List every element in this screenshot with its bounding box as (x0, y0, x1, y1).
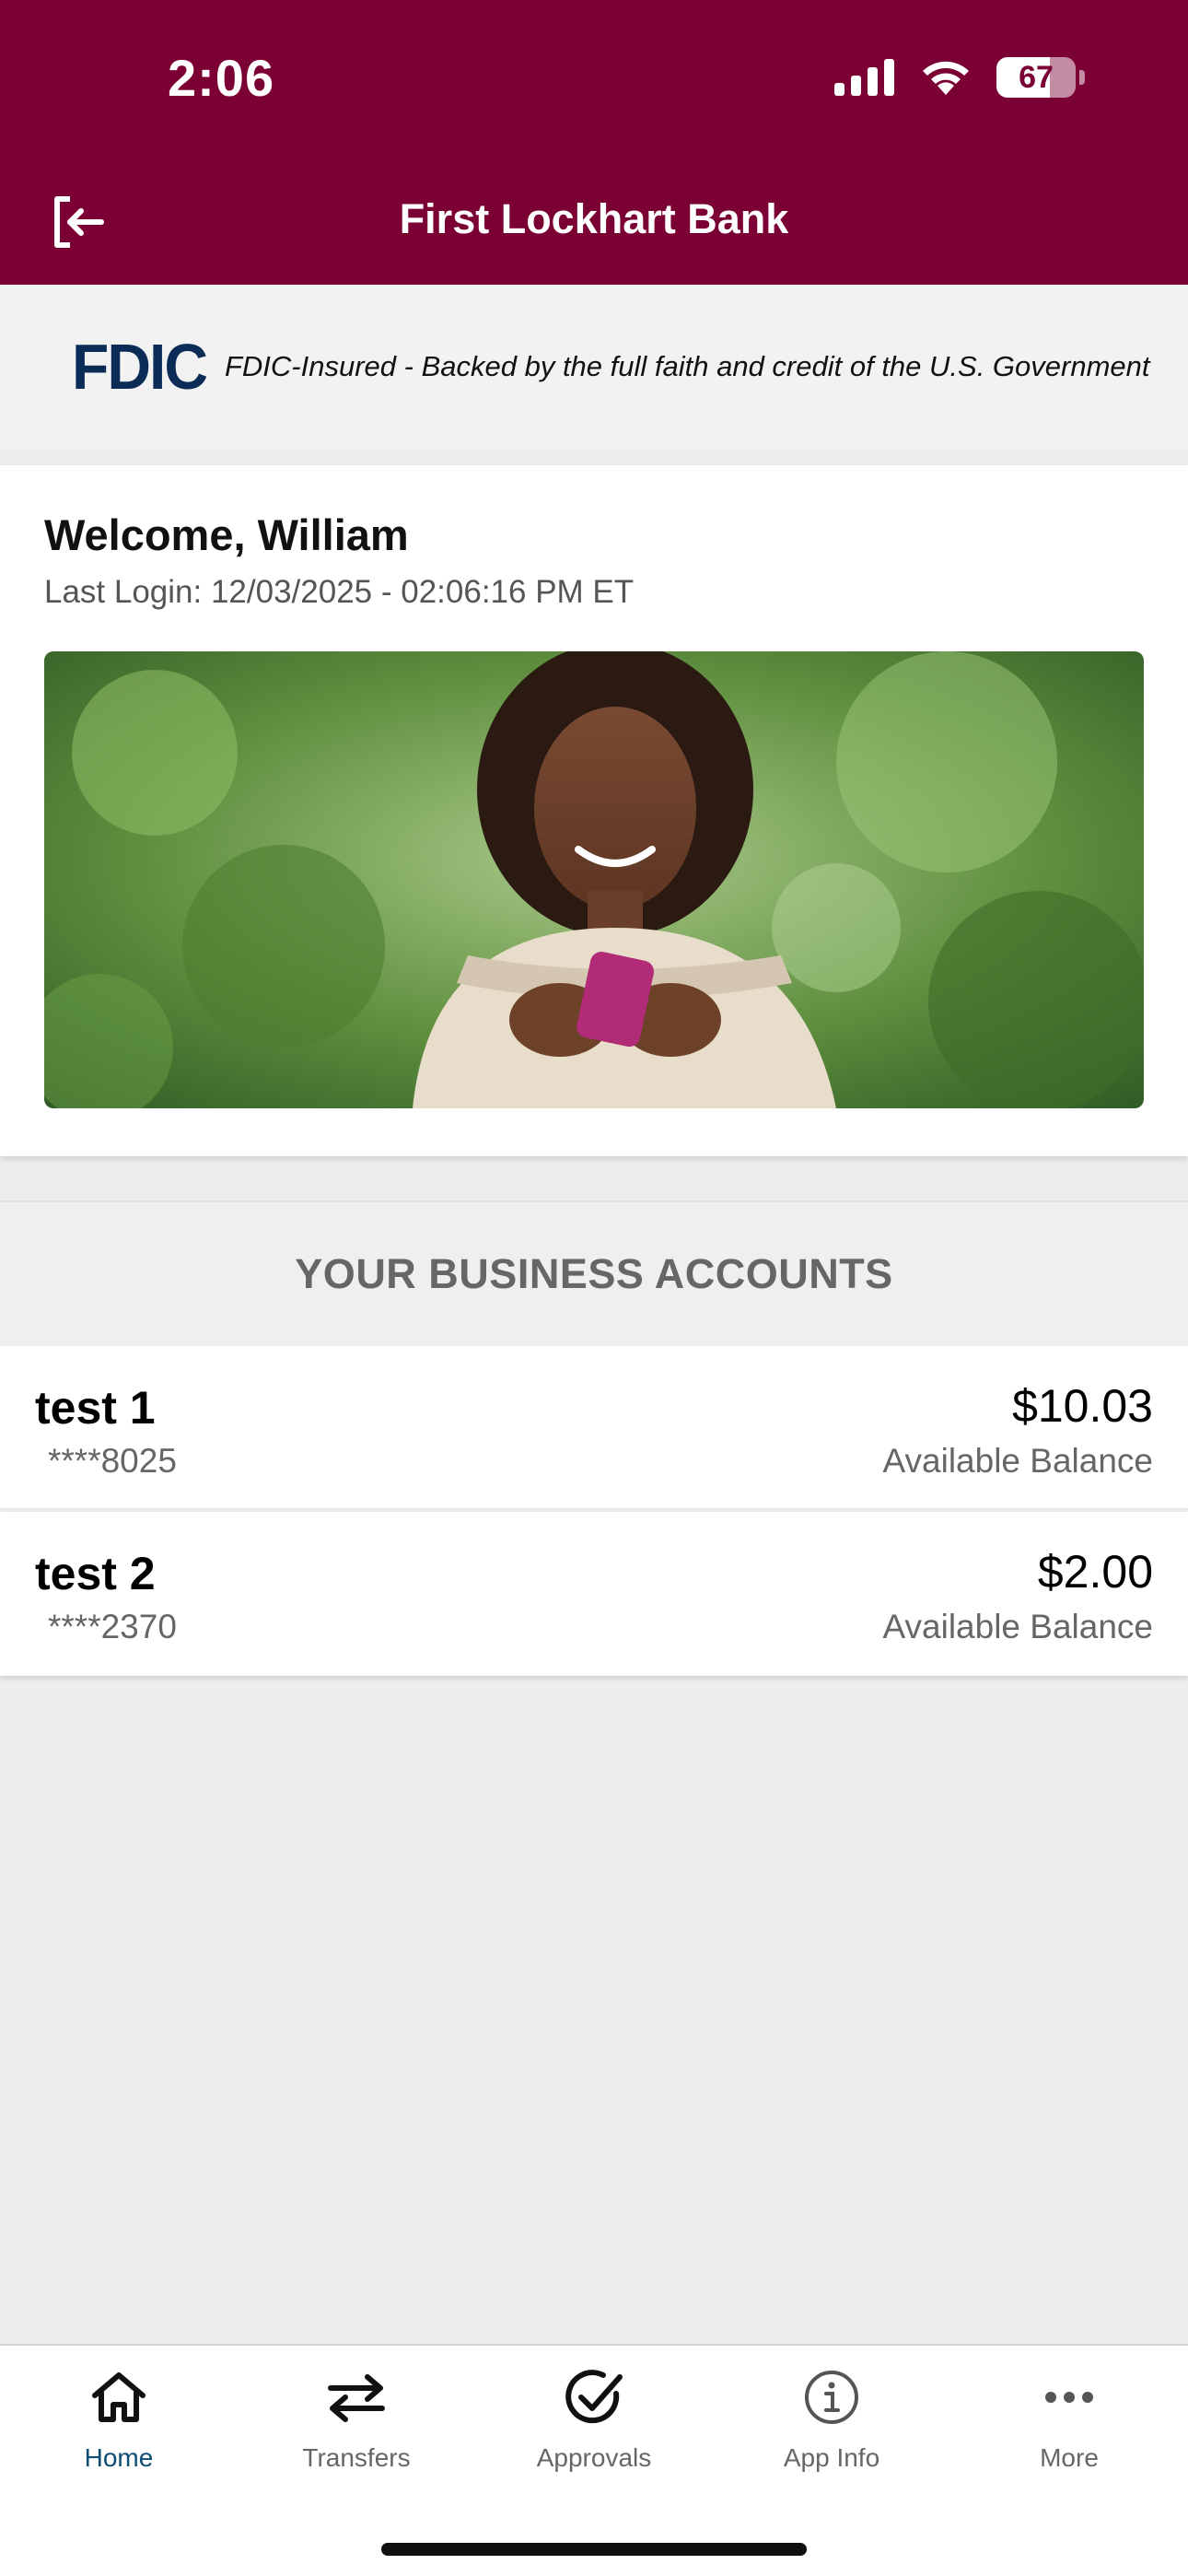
app-header: 2:06 67 First Lockhart Bank (0, 0, 1188, 285)
hero-image (44, 651, 1144, 1108)
status-icons: 67 (834, 57, 1085, 98)
approvals-check-icon (565, 2370, 623, 2424)
fdic-disclaimer: FDIC-Insured - Backed by the full faith … (224, 350, 1150, 382)
tab-label: Home (84, 2443, 154, 2472)
account-name: test 2 (35, 1548, 156, 1599)
tab-label: More (1040, 2443, 1099, 2472)
home-indicator[interactable] (381, 2543, 807, 2556)
tab-label: Approvals (536, 2443, 652, 2472)
tab-label: Transfers (302, 2443, 411, 2472)
account-number: ****8025 (48, 1442, 177, 1480)
tab-more[interactable]: More (950, 2346, 1188, 2493)
account-balance-label: Available Balance (882, 1442, 1153, 1480)
tab-transfers[interactable]: Transfers (238, 2346, 475, 2493)
accounts-section-title: YOUR BUSINESS ACCOUNTS (0, 1200, 1188, 1346)
battery-nub (1079, 70, 1085, 85)
tab-home[interactable]: Home (0, 2346, 238, 2493)
account-number: ****2370 (48, 1608, 177, 1645)
account-row[interactable]: test 2 ****2370 $2.00 Available Balance (0, 1512, 1188, 1676)
fdic-logo: FDIC (72, 331, 208, 403)
more-dots-icon (1045, 2392, 1093, 2403)
transfers-icon (328, 2374, 385, 2422)
status-time: 2:06 (168, 49, 275, 107)
app-title: First Lockhart Bank (399, 195, 789, 242)
info-icon (805, 2371, 858, 2424)
home-icon (92, 2372, 146, 2422)
tab-bar: Home Transfers Approvals App Info More (0, 2344, 1188, 2576)
account-balance-label: Available Balance (882, 1608, 1153, 1645)
battery-icon: 67 (996, 57, 1076, 98)
welcome-title: Welcome, William (44, 510, 409, 559)
fdic-banner: FDIC FDIC-Insured - Backed by the full f… (0, 285, 1188, 449)
last-login: Last Login: 12/03/2025 - 02:06:16 PM ET (44, 574, 635, 610)
app-screen: 2:06 67 First Lockhart Bank FDIC FDIC-In… (0, 0, 1188, 2576)
battery-level: 67 (1019, 59, 1054, 95)
tab-app-info[interactable]: App Info (713, 2346, 950, 2493)
signal-icon (834, 59, 894, 96)
wifi-icon (923, 61, 969, 95)
tab-label: App Info (783, 2443, 880, 2472)
tab-approvals[interactable]: Approvals (475, 2346, 713, 2493)
account-row[interactable]: test 1 ****8025 $10.03 Available Balance (0, 1346, 1188, 1510)
welcome-card: Welcome, William Last Login: 12/03/2025 … (0, 465, 1188, 1156)
account-name: test 1 (35, 1382, 156, 1434)
account-balance: $10.03 (1012, 1380, 1153, 1432)
account-balance: $2.00 (1037, 1546, 1153, 1598)
